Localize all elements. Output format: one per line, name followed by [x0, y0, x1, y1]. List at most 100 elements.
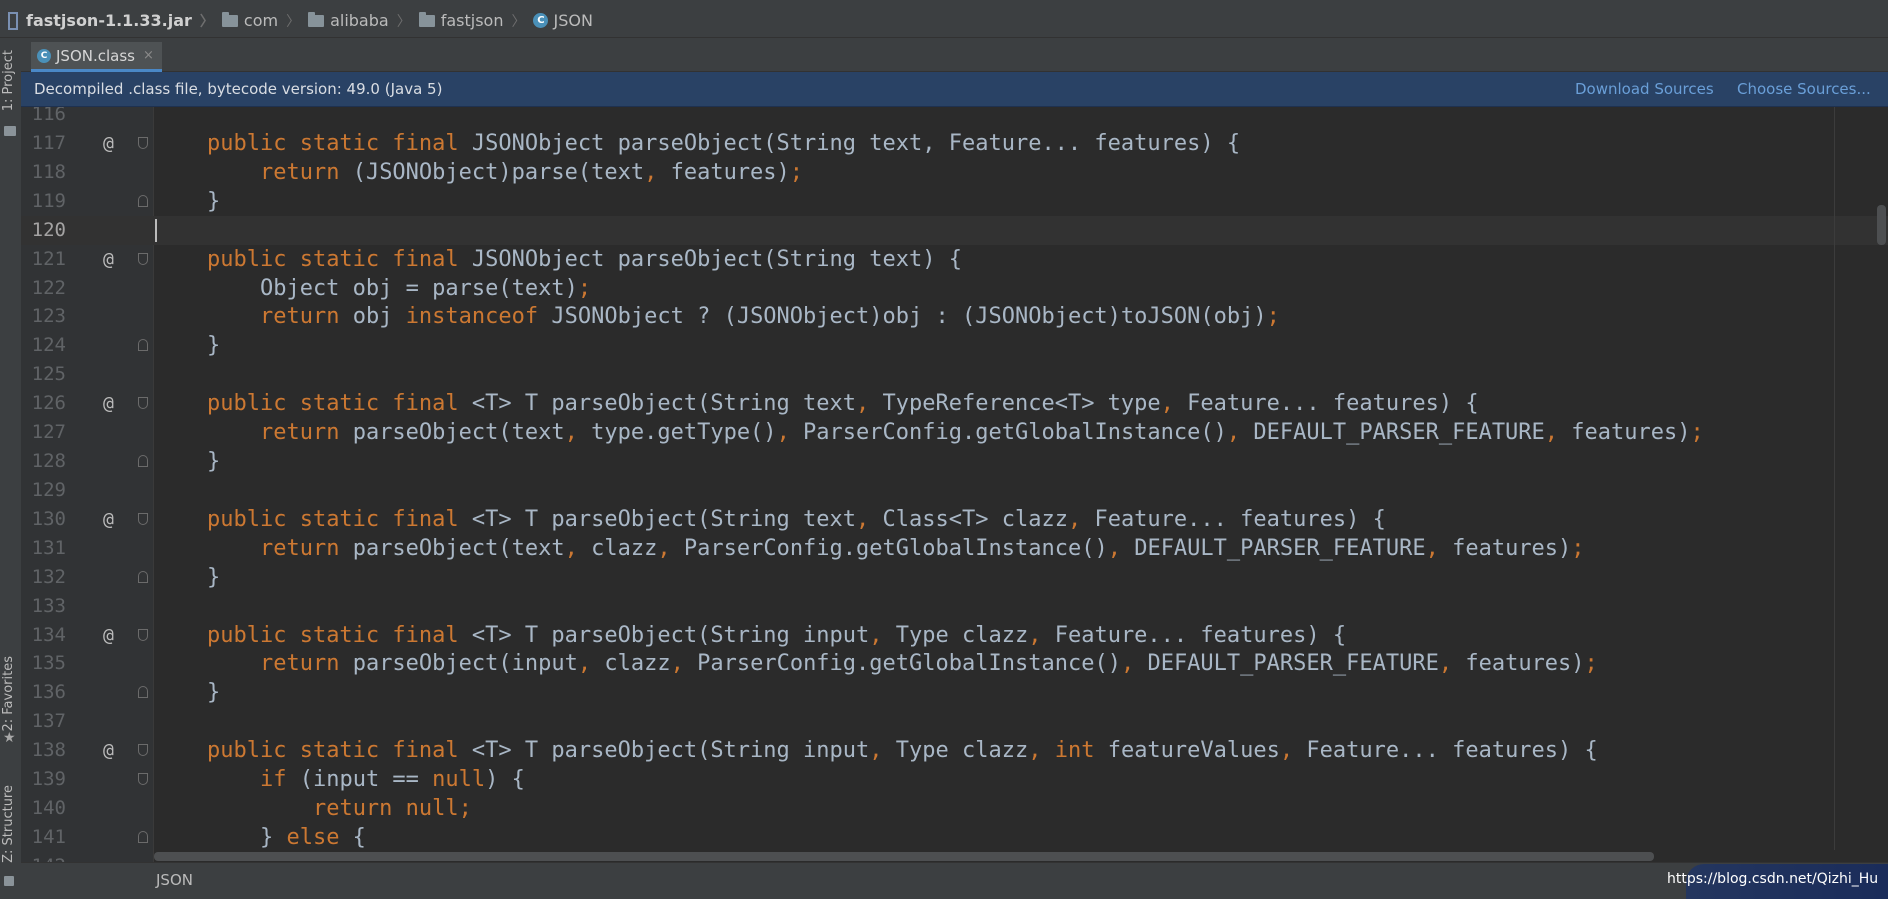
close-icon[interactable]: ×	[143, 48, 154, 63]
code-text: public static final <T> T parseObject(St…	[206, 391, 1479, 417]
breadcrumb-class-label: JSON	[553, 11, 593, 30]
jar-icon	[8, 11, 18, 30]
breadcrumb-item-fastjson[interactable]: fastjson 〉	[418, 11, 534, 31]
code-text: public static final <T> T parseObject(St…	[206, 622, 1347, 648]
code-line[interactable]: 131 return parseObject(text, clazz, Pars…	[21, 534, 1888, 563]
override-marker-icon[interactable]: @	[103, 245, 114, 274]
code-line[interactable]: 134 @ public static final <T> T parseObje…	[21, 621, 1888, 650]
code-line[interactable]: 141 } else {	[21, 823, 1888, 852]
fold-marker-icon[interactable]	[138, 136, 148, 149]
code-text: }	[154, 188, 221, 214]
override-marker-icon[interactable]: @	[103, 389, 114, 418]
code-text: }	[154, 680, 221, 706]
override-marker-icon[interactable]: @	[103, 736, 114, 765]
chevron-right-icon: 〉	[396, 13, 411, 30]
code-line[interactable]: 128 }	[21, 447, 1888, 476]
breadcrumb-item-com[interactable]: com 〉	[221, 11, 308, 31]
code-line[interactable]: 139 if (input == null) {	[21, 765, 1888, 794]
line-number: 119	[31, 189, 66, 212]
class-icon: C	[533, 13, 549, 28]
vertical-scrollbar[interactable]	[1877, 205, 1886, 245]
code-line[interactable]: 121 @ public static final JSONObject pars…	[21, 245, 1888, 274]
line-number: 125	[31, 363, 66, 386]
structure-icon	[4, 876, 14, 886]
star-icon: ★	[3, 730, 16, 746]
decompiled-notification: Decompiled .class file, bytecode version…	[21, 72, 1888, 107]
code-text: public static final JSONObject parseObje…	[206, 130, 1241, 156]
breadcrumb-item-label: alibaba	[330, 11, 389, 30]
fold-marker-icon[interactable]	[138, 339, 148, 352]
horizontal-scrollbar[interactable]	[154, 852, 1654, 861]
code-line[interactable]: 120	[21, 215, 1888, 245]
code-line[interactable]: 140 return null;	[21, 794, 1888, 823]
choose-sources-link[interactable]: Choose Sources...	[1737, 80, 1871, 98]
line-number: 130	[31, 507, 66, 530]
watermark-text: https://blog.csdn.net/Qizhi_Hu	[1667, 871, 1879, 887]
structure-tool-button[interactable]: Z: Structure	[1, 785, 16, 863]
chevron-right-icon: 〉	[511, 13, 526, 30]
right-margin-guide	[1834, 107, 1835, 862]
code-line[interactable]: 129	[21, 476, 1888, 505]
breadcrumb-jar[interactable]: fastjson-1.1.33.jar 〉	[0, 11, 222, 31]
code-line[interactable]: 119 }	[21, 187, 1888, 216]
tab-json-class[interactable]: C JSON.class ×	[31, 42, 162, 72]
fold-marker-icon[interactable]	[138, 252, 148, 265]
code-line[interactable]: 130 @ public static final <T> T parseObje…	[21, 505, 1888, 534]
code-text: return parseObject(input, clazz, ParserC…	[259, 651, 1598, 677]
fold-marker-icon[interactable]	[138, 628, 148, 641]
status-breadcrumb[interactable]: JSON	[156, 871, 193, 889]
fold-marker-icon[interactable]	[138, 512, 148, 525]
decompiled-message: Decompiled .class file, bytecode version…	[34, 80, 443, 98]
code-line[interactable]: 133	[21, 592, 1888, 621]
download-sources-link[interactable]: Download Sources	[1575, 80, 1714, 98]
breadcrumb-item-label: com	[243, 11, 279, 30]
fold-marker-icon[interactable]	[138, 686, 148, 699]
line-number: 120	[31, 218, 66, 241]
tool-window-strip: 1: Project 2: Favorites ★ Z: Structure	[0, 38, 22, 899]
code-line[interactable]: 117 @ public static final JSONObject pars…	[21, 129, 1888, 158]
code-line[interactable]: 137	[21, 707, 1888, 736]
line-number: 140	[31, 797, 66, 820]
fold-marker-icon[interactable]	[138, 744, 148, 757]
override-marker-icon[interactable]: @	[103, 621, 114, 650]
code-editor[interactable]: 116 117 @ public static final JSONObject p…	[21, 107, 1888, 862]
code-line[interactable]: 136 }	[21, 678, 1888, 707]
breadcrumb-item-alibaba[interactable]: alibaba 〉	[308, 11, 419, 31]
code-text: Object obj = parse(text);	[154, 275, 592, 301]
code-line[interactable]: 132 }	[21, 563, 1888, 592]
fold-marker-icon[interactable]	[138, 194, 148, 207]
code-line[interactable]: 118 return (JSONObject)parse(text, featu…	[21, 158, 1888, 187]
code-line[interactable]: 127 return parseObject(text, type.getTyp…	[21, 418, 1888, 447]
code-text: }	[154, 449, 221, 475]
breadcrumb: fastjson-1.1.33.jar 〉 com 〉 alibaba 〉 fa…	[0, 4, 1888, 38]
code-line[interactable]: 126 @ public static final <T> T parseObje…	[21, 389, 1888, 418]
fold-marker-icon[interactable]	[138, 397, 148, 410]
fold-marker-icon[interactable]	[138, 455, 148, 468]
override-marker-icon[interactable]: @	[103, 505, 114, 534]
code-line[interactable]: 125	[21, 360, 1888, 389]
override-marker-icon[interactable]: @	[103, 129, 114, 158]
code-text: }	[154, 333, 221, 359]
fold-marker-icon[interactable]	[138, 773, 148, 786]
line-number: 136	[31, 681, 66, 704]
line-number: 123	[31, 305, 66, 328]
editor-tab-row: C JSON.class ×	[21, 38, 1888, 72]
line-number: 135	[31, 652, 66, 675]
code-line[interactable]: 116	[21, 107, 1888, 129]
code-line[interactable]: 138 @ public static final <T> T parseObje…	[21, 736, 1888, 765]
line-number: 139	[31, 768, 66, 791]
code-line[interactable]: 124 }	[21, 331, 1888, 360]
code-line[interactable]: 122 Object obj = parse(text);	[21, 274, 1888, 303]
code-text: return null;	[312, 796, 472, 822]
breadcrumb-item-class[interactable]: C JSON	[533, 11, 593, 30]
chevron-right-icon: 〉	[199, 13, 214, 30]
line-number: 126	[31, 392, 66, 415]
favorites-tool-button[interactable]: 2: Favorites	[1, 656, 16, 732]
fold-marker-icon[interactable]	[138, 831, 148, 843]
code-line[interactable]: 123 return obj instanceof JSONObject ? (…	[21, 302, 1888, 331]
fold-marker-icon[interactable]	[138, 570, 148, 583]
line-number: 117	[31, 131, 66, 154]
code-line[interactable]: 135 return parseObject(input, clazz, Par…	[21, 649, 1888, 678]
line-number: 132	[31, 565, 66, 588]
project-tool-button[interactable]: 1: Project	[1, 50, 16, 111]
